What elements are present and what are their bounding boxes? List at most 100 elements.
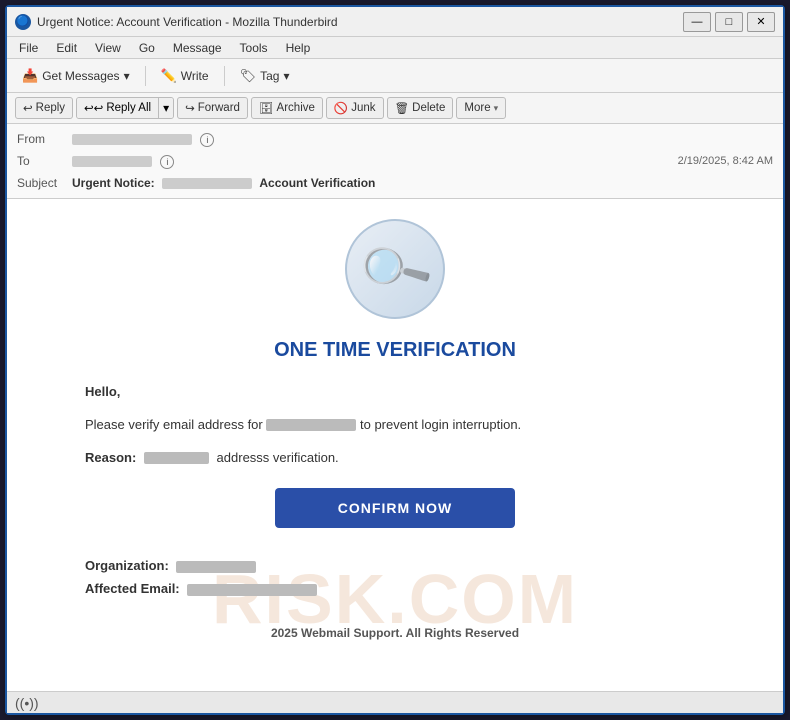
to-label: To (17, 154, 72, 168)
logo-circle: 🔍 (345, 219, 445, 319)
menu-view[interactable]: View (87, 39, 129, 57)
subject-row: Subject Urgent Notice: Account Verificat… (17, 172, 773, 194)
forward-label: Forward (198, 102, 240, 114)
logo-area: 🔍 (85, 219, 705, 319)
tag-arrow: ▾ (283, 69, 289, 83)
action-buttons-left: ↩ Reply ↩↩ Reply All ▾ ↪ Forward 🗄 Archi… (15, 97, 506, 119)
body-text-1: Please verify email address for (85, 417, 263, 432)
app-icon: 🔵 (15, 14, 31, 30)
status-bar: ((•)) (7, 691, 783, 713)
verification-title: ONE TIME VERIFICATION (85, 339, 705, 362)
from-value: i (72, 132, 773, 147)
write-icon: ✏️ (161, 68, 177, 84)
archive-icon: 🗄 (259, 101, 274, 115)
menu-bar: File Edit View Go Message Tools Help (7, 37, 783, 59)
delete-button[interactable]: 🗑 Delete (387, 97, 454, 119)
get-messages-icon: 📥 (22, 68, 38, 84)
tag-icon: 🏷 (240, 68, 257, 84)
reason-suffix: addresss verification. (217, 450, 339, 465)
email-header: From i To i 2/19/2025, 8:42 AM Subject U… (7, 124, 783, 199)
from-info-icon[interactable]: i (200, 133, 214, 147)
greeting-text: Hello, (85, 384, 120, 399)
more-label: More (464, 102, 490, 114)
reply-button[interactable]: ↩ Reply (15, 97, 73, 119)
email-blurred (266, 419, 356, 431)
body-paragraph: Please verify email address for to preve… (85, 415, 705, 436)
write-label: Write (181, 69, 209, 83)
reply-all-button[interactable]: ↩↩ Reply All ▾ (76, 97, 174, 119)
body-text-2: to prevent login interruption. (360, 417, 521, 432)
minimize-button[interactable]: — (683, 12, 711, 32)
subject-value: Urgent Notice: Account Verification (72, 176, 773, 190)
org-section: Organization: Affected Email: (85, 558, 705, 596)
junk-label: Junk (351, 102, 375, 114)
from-address-blurred (72, 134, 192, 145)
more-button[interactable]: More ▾ (456, 97, 506, 119)
write-button[interactable]: ✏️ Write (152, 64, 218, 88)
email-timestamp: 2/19/2025, 8:42 AM (678, 155, 773, 167)
menu-message[interactable]: Message (165, 39, 230, 57)
email-body: RISK.COM 🔍 ONE TIME VERIFICATION Hello, … (7, 199, 783, 691)
action-bar: ↩ Reply ↩↩ Reply All ▾ ↪ Forward 🗄 Archi… (7, 93, 783, 124)
archive-button[interactable]: 🗄 Archive (251, 97, 323, 119)
reply-all-main[interactable]: ↩↩ Reply All (77, 98, 159, 118)
maximize-button[interactable]: □ (715, 12, 743, 32)
status-icon: ((•)) (15, 695, 39, 711)
to-info-icon[interactable]: i (160, 155, 174, 169)
reply-all-icon: ↩↩ (84, 101, 103, 115)
magnifier-icon: 🔍 (353, 228, 436, 310)
to-row: To i 2/19/2025, 8:42 AM (17, 150, 773, 172)
menu-help[interactable]: Help (278, 39, 319, 57)
reply-all-arrow[interactable]: ▾ (159, 98, 173, 118)
menu-go[interactable]: Go (131, 39, 163, 57)
from-label: From (17, 132, 72, 146)
reason-row: Reason: addresss verification. (85, 448, 705, 469)
get-messages-arrow: ▾ (124, 69, 130, 83)
to-address-blurred (72, 156, 152, 167)
org-label: Organization: (85, 558, 169, 573)
junk-button[interactable]: 🚫 Junk (326, 97, 384, 119)
menu-file[interactable]: File (11, 39, 46, 57)
subject-blurred (162, 178, 252, 189)
reply-label: Reply (36, 102, 65, 114)
subject-label: Subject (17, 176, 72, 190)
email-footer: 2025 Webmail Support. All Rights Reserve… (85, 626, 705, 640)
forward-icon: ↪ (185, 101, 195, 115)
archive-label: Archive (277, 102, 315, 114)
more-arrow-icon: ▾ (494, 103, 499, 114)
delete-label: Delete (412, 102, 445, 114)
reply-all-label: Reply All (106, 102, 151, 114)
menu-tools[interactable]: Tools (232, 39, 276, 57)
subject-suffix: Account Verification (259, 176, 375, 190)
affected-email-blurred (187, 584, 317, 596)
thunderbird-window: 🔵 Urgent Notice: Account Verification - … (5, 5, 785, 715)
affected-label: Affected Email: (85, 581, 180, 596)
window-controls: — □ ✕ (683, 12, 775, 32)
get-messages-button[interactable]: 📥 Get Messages ▾ (13, 64, 139, 88)
organization-row: Organization: (85, 558, 705, 573)
to-value: i (72, 154, 668, 169)
reply-icon: ↩ (23, 101, 33, 115)
email-content: RISK.COM 🔍 ONE TIME VERIFICATION Hello, … (65, 199, 725, 691)
forward-button[interactable]: ↪ Forward (177, 97, 248, 119)
tag-label: Tag (260, 69, 279, 83)
toolbar: 📥 Get Messages ▾ ✏️ Write 🏷 Tag ▾ (7, 59, 783, 93)
menu-edit[interactable]: Edit (48, 39, 85, 57)
subject-prefix: Urgent Notice: (72, 176, 155, 190)
tag-button[interactable]: 🏷 Tag ▾ (231, 64, 299, 88)
title-bar: 🔵 Urgent Notice: Account Verification - … (7, 7, 783, 37)
confirm-button[interactable]: CONFIRM NOW (275, 488, 515, 528)
org-blurred (176, 561, 256, 573)
reason-blurred (144, 452, 209, 464)
junk-icon: 🚫 (334, 101, 348, 115)
toolbar-divider-2 (224, 66, 225, 86)
from-row: From i (17, 128, 773, 150)
delete-icon: 🗑 (395, 101, 410, 115)
toolbar-divider-1 (145, 66, 146, 86)
affected-email-row: Affected Email: (85, 581, 705, 596)
window-title: Urgent Notice: Account Verification - Mo… (37, 15, 683, 29)
reason-label: Reason: (85, 450, 136, 465)
get-messages-label: Get Messages (42, 69, 119, 83)
greeting: Hello, (85, 382, 705, 403)
close-button[interactable]: ✕ (747, 12, 775, 32)
